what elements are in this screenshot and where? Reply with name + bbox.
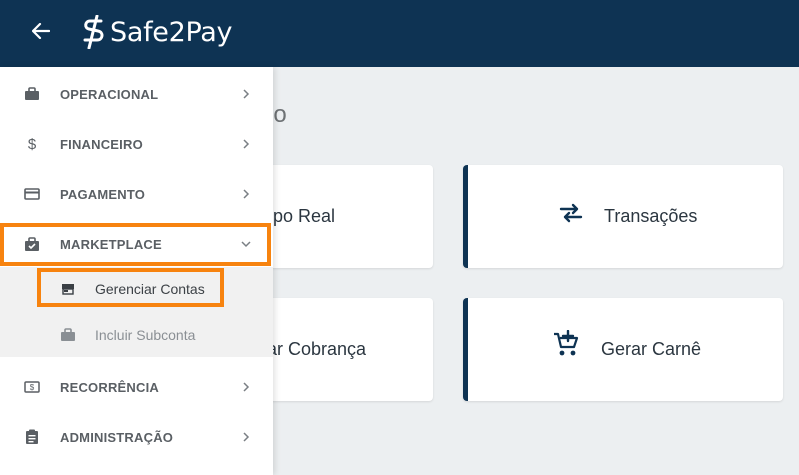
submenu-item-label: Gerenciar Contas [95,281,205,297]
chevron-down-icon [240,238,252,250]
chevron-right-icon [240,188,252,200]
menu-item-marketplace[interactable]: MARKETPLACE [0,219,273,269]
clipboard-icon [24,429,40,445]
svg-text:$: $ [30,383,35,392]
submenu-item-gerenciar-contas[interactable]: Gerenciar Contas [0,267,273,311]
card-label: zar Cobrança [258,339,367,359]
chevron-right-icon [240,381,252,393]
submenu-item-label: Incluir Subconta [95,327,196,343]
menu-item-operacional[interactable]: OPERACIONAL [0,69,273,119]
safe2pay-logo-icon [83,15,104,49]
menu-item-administracao[interactable]: ADMINISTRAÇÃO [0,412,273,462]
add-cart-icon [552,330,580,358]
menu-item-recorrencia[interactable]: $ RECORRÊNCIA [0,362,273,412]
card-transacoes[interactable]: Transações [463,165,783,268]
navigation-drawer: OPERACIONAL $ FINANCEIRO PAGAMENTO MARKE… [0,67,273,475]
app-logo[interactable]: Safe2Pay [80,15,232,49]
swap-arrows-icon [558,203,584,223]
chevron-right-icon [240,138,252,150]
menu-item-label: ADMINISTRAÇÃO [60,429,174,445]
menu-item-financeiro[interactable]: $ FINANCEIRO [0,119,273,169]
chevron-right-icon [240,431,252,443]
card-label: Gerar Carnê [601,339,702,359]
arrow-left-icon [32,23,50,39]
menu-item-pagamento[interactable]: PAGAMENTO [0,169,273,219]
card-label: Transações [604,206,698,226]
store-icon [60,281,76,297]
submenu-item-incluir-subconta[interactable]: Incluir Subconta [0,313,273,357]
app-logo-text: Safe2Pay [110,16,233,48]
menu-item-label: RECORRÊNCIA [60,379,159,395]
menu-item-label: OPERACIONAL [60,86,159,102]
dollar-icon: $ [27,135,37,153]
back-button[interactable] [24,14,58,48]
briefcase-icon [60,327,76,343]
menu-item-label: MARKETPLACE [60,236,162,252]
menu-item-label: FINANCEIRO [60,136,143,152]
top-app-bar: Safe2Pay [0,0,799,67]
card-gerar-carne[interactable]: Gerar Carnê [463,298,783,401]
chevron-right-icon [240,88,252,100]
marketplace-submenu: Gerenciar Contas Incluir Subconta [0,267,273,357]
shopping-bag-check-icon [24,236,40,252]
briefcase-icon [24,86,40,102]
money-icon: $ [24,379,40,395]
credit-card-icon [24,186,40,202]
menu-item-label: PAGAMENTO [60,186,146,202]
